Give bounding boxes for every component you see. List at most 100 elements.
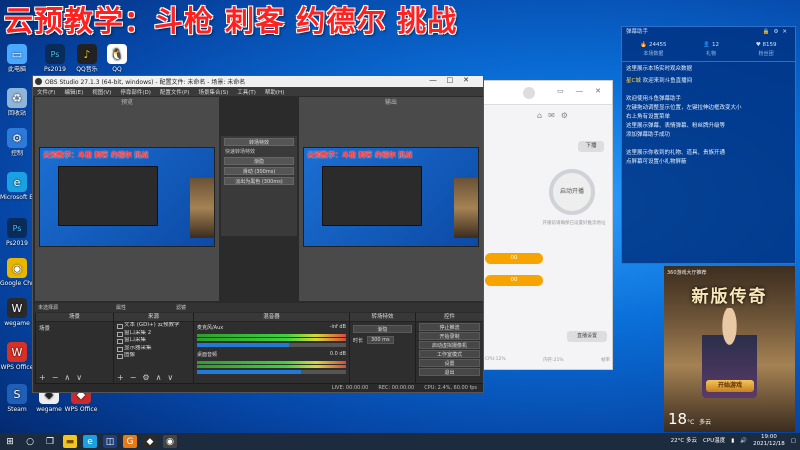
menu-edit[interactable]: 编辑(E) bbox=[64, 88, 83, 96]
live-settings-button[interactable]: 直播设置 bbox=[567, 331, 607, 342]
desktop-icon-wps[interactable]: W WPS Office bbox=[0, 342, 34, 371]
volume-slider-fill bbox=[197, 343, 290, 347]
source-item[interactable]: 图像 bbox=[114, 352, 193, 360]
tab-stats[interactable]: 本场数据 bbox=[643, 50, 663, 57]
volume-icon: 🔊 bbox=[740, 437, 748, 444]
live-helper-window[interactable]: ▭ ― ✕ ⌂✉⚙ 下播 启动开播 开播前请确保已设置好推流地址 00 00 直… bbox=[478, 80, 613, 370]
weather-widget: 18°C 多云 bbox=[668, 410, 711, 428]
studio-transition-panel: 转场特效 快速转场特效 渐隐 滑动 (300ms) 淡出为黑色 (300ms) bbox=[221, 136, 297, 236]
menu-view[interactable]: 视图(V) bbox=[92, 88, 111, 96]
cpu-temp-tray[interactable]: CPU温度 bbox=[703, 438, 725, 445]
menu-profile[interactable]: 配置文件(P) bbox=[160, 88, 190, 96]
avatar[interactable] bbox=[523, 87, 535, 99]
nested-obs-thumbnail bbox=[322, 166, 422, 226]
window-controls[interactable]: ▭ ― ✕ bbox=[557, 87, 606, 95]
mini-overlay-title: 云预教学：斗枪 刺客 约德尔 挑战 bbox=[43, 151, 149, 159]
source-item[interactable]: 窗口采集 bbox=[114, 337, 193, 345]
scene-item[interactable]: 场景 bbox=[36, 322, 113, 334]
exit-button[interactable]: 退出 bbox=[419, 368, 480, 376]
obs-icon[interactable]: ◉ bbox=[163, 435, 177, 448]
desktop-icon-label: Steam bbox=[7, 406, 27, 413]
transition-button[interactable]: 转场特效 bbox=[224, 138, 294, 146]
quick-transition-fade-to-black[interactable]: 淡出为黑色 (300ms) bbox=[224, 177, 294, 185]
quick-transition-slide[interactable]: 滑动 (300ms) bbox=[224, 167, 294, 175]
start-recording-button[interactable]: 开始录制 bbox=[419, 332, 480, 340]
clock[interactable]: 19:00 2021/12/18 bbox=[753, 434, 785, 448]
properties-button[interactable]: 属性 bbox=[116, 304, 126, 311]
tab-fans[interactable]: 粉丝团 bbox=[759, 50, 774, 57]
duration-input[interactable]: 300 ms bbox=[367, 336, 394, 344]
controls-header: 控件 bbox=[416, 313, 483, 322]
desktop-icon-qq[interactable]: 🐧 QQ bbox=[100, 44, 134, 73]
photoshop-icon: Ps bbox=[45, 44, 65, 64]
app-icon[interactable]: ◆ bbox=[143, 435, 157, 448]
desktop-icon-chrome[interactable]: ◉ Google Chrome bbox=[0, 258, 34, 287]
fps-label: 帧率 bbox=[600, 358, 610, 363]
search-icon[interactable]: ○ bbox=[23, 435, 37, 448]
quick-transition-fade[interactable]: 渐隐 bbox=[224, 157, 294, 165]
desktop-icon-ps[interactable]: Ps Ps2019 bbox=[0, 218, 34, 247]
desktop-icon-this-pc[interactable]: ▭ 此电脑 bbox=[0, 44, 34, 73]
desktop-icon-photoshop[interactable]: Ps Ps2019 bbox=[38, 44, 72, 73]
desktop-icon-wegame[interactable]: W wegame bbox=[0, 298, 34, 327]
menu-tools[interactable]: 工具(T) bbox=[237, 88, 256, 96]
program-pane[interactable]: 输出 云预教学：斗枪 刺客 约德尔 挑战 bbox=[299, 97, 483, 301]
window-controls[interactable]: ―□✕ bbox=[430, 76, 479, 84]
scenes-tools[interactable]: +−∧∨ bbox=[36, 373, 88, 382]
store-icon[interactable]: ◫ bbox=[103, 435, 117, 448]
end-live-button[interactable]: 下播 bbox=[578, 141, 604, 152]
desktop-icon-label: 控制 bbox=[10, 150, 23, 157]
obs-window[interactable]: OBS Studio 27.1.3 (64-bit, windows) - 配置… bbox=[32, 75, 484, 393]
start-icon[interactable]: ⊞ bbox=[3, 435, 17, 448]
desktop-icon-qqmusic[interactable]: ♪ QQ音乐 bbox=[70, 44, 104, 73]
quick-transitions-label: 快速转场特效 bbox=[225, 149, 256, 155]
weather-tray[interactable]: 22°C 多云 bbox=[671, 438, 697, 445]
start-live-button[interactable]: 启动开播 bbox=[549, 169, 595, 215]
mixer-channel-desktop: 桌面音频 0.0 dB bbox=[194, 349, 349, 376]
danmaku-panel[interactable]: 弹幕助手 🔒⚙✕ 🔥 24455 👤 12 ♥ 8159 本场数据 礼物 粉丝团… bbox=[621, 26, 796, 264]
chat-message: 星C城 欢迎来到斗鱼直播间 bbox=[622, 77, 795, 86]
volume-slider[interactable] bbox=[197, 343, 346, 347]
channel-name: 麦克风/Aux bbox=[197, 325, 224, 331]
ad-start-button[interactable]: 开始游戏 bbox=[706, 380, 754, 392]
helper-footer: CPU:12% 内存:21% 帧率 bbox=[485, 357, 610, 363]
panel-controls[interactable]: 🔒⚙✕ bbox=[763, 27, 791, 37]
task-view-icon[interactable]: ❐ bbox=[43, 435, 57, 448]
source-item[interactable]: 文本 (GDI+) 云预教学 bbox=[114, 322, 193, 330]
field-one[interactable]: 00 bbox=[485, 253, 543, 264]
chat-message: 这里展示你收到的礼物、道具、贵族开通 bbox=[626, 150, 726, 156]
chat-message: 这里展示本场实时观众数据 bbox=[626, 66, 693, 72]
notification-icon[interactable]: ▢ bbox=[791, 438, 796, 445]
tab-gifts[interactable]: 礼物 bbox=[706, 50, 716, 57]
virtual-camera-button[interactable]: 启动虚拟摄像机 bbox=[419, 341, 480, 349]
preview-canvas[interactable]: 云预教学：斗枪 刺客 约德尔 挑战 bbox=[39, 147, 215, 247]
desktop-icon-edge[interactable]: e Microsoft Edge bbox=[0, 172, 34, 201]
transitions-header: 转场特效 bbox=[350, 313, 415, 322]
menu-help[interactable]: 帮助(H) bbox=[265, 88, 284, 96]
volume-slider[interactable] bbox=[197, 370, 346, 374]
stop-streaming-button[interactable]: 停止推流 bbox=[419, 323, 480, 331]
preview-pane[interactable]: 预览 云预教学：斗枪 刺客 约德尔 挑战 bbox=[35, 97, 219, 301]
sources-tools[interactable]: +−⚙∧∨ bbox=[114, 373, 179, 382]
menu-docks[interactable]: 停靠部件(D) bbox=[120, 88, 151, 96]
app-icon[interactable]: G bbox=[123, 435, 137, 448]
filters-button[interactable]: 滤镜 bbox=[176, 304, 186, 311]
desktop-icon-control[interactable]: ⚙ 控制 bbox=[0, 128, 34, 157]
game-ad-popup[interactable]: 360游戏大厅推荐 新版传奇 开始游戏 18°C 多云 bbox=[664, 266, 795, 432]
system-tray[interactable]: 22°C 多云 CPU温度 ▮ 🔊 19:00 2021/12/18 ▢ bbox=[671, 434, 796, 448]
desktop-icon-steam[interactable]: S Steam bbox=[0, 384, 34, 413]
edge-icon[interactable]: e bbox=[83, 435, 97, 448]
studio-mode-button[interactable]: 工作室模式 bbox=[419, 350, 480, 358]
helper-toolbar-icons[interactable]: ⌂✉⚙ bbox=[537, 111, 574, 120]
settings-button[interactable]: 设置 bbox=[419, 359, 480, 367]
field-two[interactable]: 00 bbox=[485, 275, 543, 286]
menu-scene-collection[interactable]: 场景集合(S) bbox=[198, 88, 228, 96]
chat-message: 点屏幕可设置小礼物屏蔽 bbox=[626, 159, 687, 165]
file-explorer-icon[interactable]: ▬ bbox=[63, 435, 77, 448]
desktop-icon-recycle-bin[interactable]: ♻ 回收站 bbox=[0, 88, 34, 117]
desktop-icon-label: wegame bbox=[4, 320, 30, 327]
transition-select[interactable]: 渐隐 bbox=[353, 325, 412, 333]
menu-file[interactable]: 文件(F) bbox=[37, 88, 55, 96]
source-item[interactable]: 窗口采集 2 bbox=[114, 330, 193, 338]
source-item[interactable]: 显示器采集 bbox=[114, 345, 193, 353]
